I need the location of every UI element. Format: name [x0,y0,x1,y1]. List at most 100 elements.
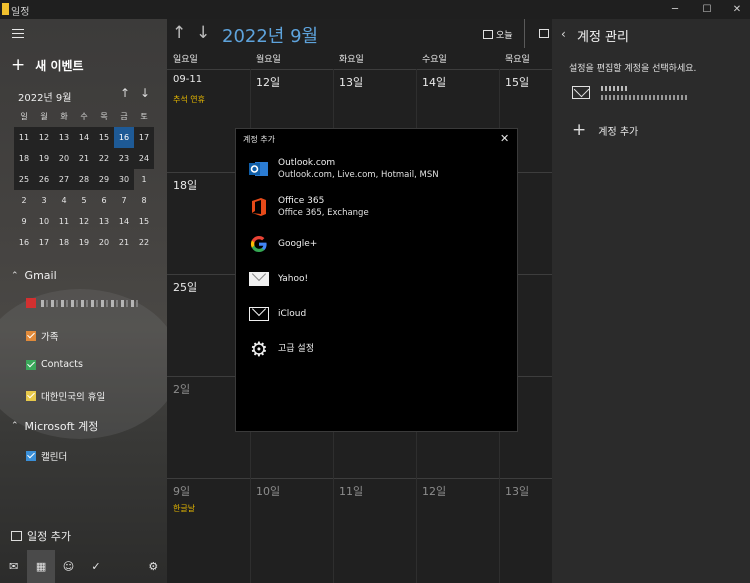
mini-day[interactable]: 28 [74,169,94,190]
gmail-section[interactable]: ⌃ Gmail [11,269,57,282]
mini-day[interactable]: 15 [94,127,114,148]
mini-day[interactable]: 17 [134,127,154,148]
date-cell[interactable]: 10일 [256,483,280,499]
date-cell[interactable]: 12일 [422,483,446,499]
date-cell[interactable]: 13일 [505,483,529,499]
date-cell[interactable]: 2일 [173,381,190,397]
mini-day[interactable]: 18 [54,232,74,253]
microsoft-section[interactable]: ⌃ Microsoft 계정 [11,418,98,434]
mini-day[interactable]: 4 [54,190,74,211]
date-cell[interactable]: 14일 [422,74,446,90]
date-cell[interactable]: 15일 [505,74,529,90]
date-cell[interactable]: 09-11 [173,74,202,85]
calendar-item[interactable]: 캘린더 [26,449,67,463]
mini-day[interactable]: 21 [74,148,94,169]
mini-day[interactable]: 25 [14,169,34,190]
provider-icloud-mail[interactable]: iCloud [248,303,306,325]
redacted-account-name[interactable] [601,86,627,91]
calendar-checkbox[interactable] [26,391,36,401]
date-cell[interactable]: 11일 [339,483,363,499]
mini-day[interactable]: 14 [74,127,94,148]
mini-day[interactable]: 18 [14,148,34,169]
mini-day[interactable]: 23 [114,148,134,169]
mail-icon[interactable]: ✉ [0,550,27,583]
calendar-item[interactable]: Contacts [26,359,83,370]
mini-day[interactable]: 20 [54,148,74,169]
mini-day[interactable]: 1 [134,169,154,190]
mini-day[interactable]: 7 [114,190,134,211]
provider-office[interactable]: Office 365 Office 365, Exchange [248,195,369,219]
close-icon[interactable]: ✕ [500,132,509,145]
mini-day[interactable]: 11 [14,127,34,148]
mini-day[interactable]: 6 [94,190,114,211]
provider-gear[interactable]: ⚙ 고급 설정 [248,338,314,360]
mini-day[interactable]: 12 [34,127,54,148]
calendar-icon[interactable]: ▦ [27,550,55,583]
people-icon[interactable]: ☺ [55,550,82,583]
mini-day[interactable]: 16 [114,127,134,148]
mini-day[interactable]: 3 [34,190,54,211]
mini-day[interactable]: 26 [34,169,54,190]
mini-day[interactable]: 10 [34,211,54,232]
view-calendar-icon[interactable] [539,29,549,38]
mini-week-row: 2345678 [14,190,154,211]
mini-day[interactable]: 17 [34,232,54,253]
mini-calendar-month[interactable]: 2022년 9월 [18,89,71,104]
provider-outlook[interactable]: Outlook.com Outlook.com, Live.com, Hotmai… [248,157,439,181]
calendar-checkbox[interactable] [26,451,36,461]
mini-day[interactable]: 27 [54,169,74,190]
calendar-item[interactable]: 가족 [26,329,58,343]
mini-day[interactable]: 14 [114,211,134,232]
mini-day[interactable]: 16 [14,232,34,253]
provider-google[interactable]: Google+ [248,233,317,255]
date-cell[interactable]: 9일 [173,483,190,499]
redacted-account-email[interactable] [601,95,689,100]
mini-day[interactable]: 12 [74,211,94,232]
next-month-arrow-icon[interactable]: ↓ [196,23,210,43]
date-cell[interactable]: 12일 [256,74,280,90]
mini-day[interactable]: 22 [134,232,154,253]
date-cell[interactable]: 25일 [173,279,197,295]
calendar-checkbox[interactable] [26,359,36,370]
mini-day[interactable]: 21 [114,232,134,253]
month-title[interactable]: 2022년 9월 [222,22,318,48]
calendar-checkbox[interactable] [26,331,36,341]
mini-day[interactable]: 15 [134,211,154,232]
mini-day[interactable]: 13 [94,211,114,232]
minimize-button[interactable]: ─ [660,0,690,19]
today-button[interactable]: 오늘 [483,28,513,41]
mini-prev-arrow-icon[interactable]: ↑ [120,86,130,100]
hamburger-menu-icon[interactable] [12,29,24,39]
mini-day[interactable]: 5 [74,190,94,211]
mini-day[interactable]: 2 [14,190,34,211]
mini-day[interactable]: 19 [74,232,94,253]
mini-day[interactable]: 22 [94,148,114,169]
holiday-label[interactable]: 한글날 [173,503,195,514]
mini-day[interactable]: 9 [14,211,34,232]
close-window-button[interactable]: ✕ [722,0,750,19]
mini-day[interactable]: 24 [134,148,154,169]
holiday-label[interactable]: 추석 연휴 [173,94,205,105]
todo-check-icon[interactable]: ✓ [82,550,109,583]
mini-day[interactable]: 19 [34,148,54,169]
date-cell[interactable]: 13일 [339,74,363,90]
date-cell[interactable]: 18일 [173,177,197,193]
settings-gear-icon[interactable]: ⚙ [140,550,167,583]
mini-day[interactable]: 30 [114,169,134,190]
prev-month-arrow-icon[interactable]: ↑ [172,23,186,43]
mini-day[interactable]: 8 [134,190,154,211]
calendar-item[interactable]: 대한민국의 휴일 [26,389,105,403]
gmail-account-calendar[interactable] [26,298,141,308]
mini-day[interactable]: 11 [54,211,74,232]
mini-day[interactable]: 29 [94,169,114,190]
add-account-button[interactable]: + 계정 추가 [572,120,638,140]
new-event-button[interactable]: + 새 이벤트 [11,55,84,75]
mini-day[interactable]: 13 [54,127,74,148]
add-calendar-button[interactable]: 일정 추가 [11,528,71,544]
mini-day[interactable]: 20 [94,232,114,253]
mini-next-arrow-icon[interactable]: ↓ [140,86,150,100]
back-chevron-icon[interactable]: ‹ [561,27,566,41]
maximize-button[interactable]: ☐ [692,0,722,19]
account-mail-icon[interactable] [572,86,590,99]
provider-yahoo-mail[interactable]: Yahoo! [248,268,308,290]
